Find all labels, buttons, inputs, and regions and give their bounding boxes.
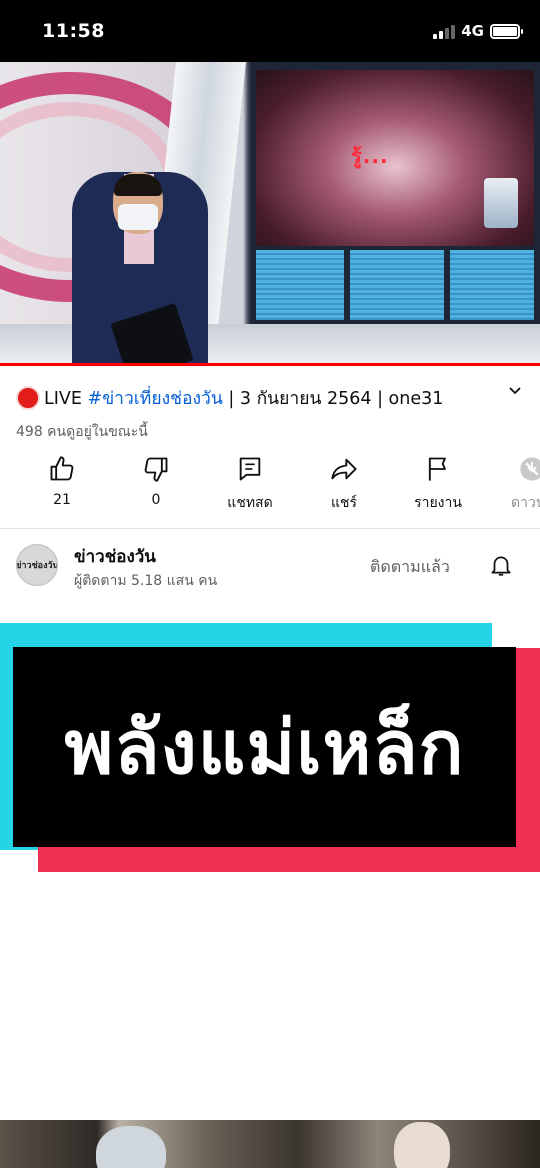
dislike-button[interactable]: 0 bbox=[116, 455, 196, 508]
title-hashtag-link[interactable]: #ข่าวเที่ยงช่องวัน bbox=[88, 389, 223, 409]
download-icon bbox=[520, 457, 540, 481]
studio-main-screen: รู้... bbox=[256, 70, 534, 246]
action-bar: 21 0 แชทสด แชร์ รายงาน ดาว bbox=[0, 455, 540, 517]
chat-icon bbox=[239, 457, 261, 481]
signal-icon bbox=[433, 23, 456, 39]
viewer-count: 498 คนดูอยู่ในขณะนี้ bbox=[16, 424, 148, 440]
battery-icon bbox=[490, 23, 523, 39]
channel-name[interactable]: ข่าวช่องวัน bbox=[74, 543, 156, 570]
share-button[interactable]: แชร์ bbox=[304, 455, 384, 514]
share-label: แชร์ bbox=[330, 495, 358, 511]
channel-avatar-logo-text: ข่าวช่องวัน bbox=[16, 561, 58, 571]
status-bar: 11:58 4G bbox=[0, 0, 540, 62]
download-label: ดาวน์โ bbox=[511, 495, 540, 511]
studio-grid-panel bbox=[450, 250, 534, 320]
download-button[interactable]: ดาวน์โ bbox=[492, 455, 540, 514]
video-title[interactable]: LIVE #ข่าวเที่ยงช่องวัน | 3 กันยายน 2564… bbox=[16, 384, 516, 412]
channel-avatar[interactable]: ข่าวช่องวัน bbox=[16, 544, 58, 586]
thumbnail-person bbox=[394, 1122, 450, 1168]
section-divider bbox=[0, 528, 540, 529]
face-mask bbox=[118, 204, 158, 230]
network-type: 4G bbox=[461, 22, 484, 40]
subscribed-button[interactable]: ติดตามแล้ว bbox=[370, 555, 450, 580]
live-label: LIVE bbox=[44, 389, 82, 409]
studio-grid-panel bbox=[350, 250, 444, 320]
video-player[interactable]: รู้... bbox=[0, 62, 540, 365]
report-label: รายงาน bbox=[414, 495, 462, 511]
vaccine-vial-image bbox=[484, 178, 518, 228]
live-progress-bar[interactable] bbox=[0, 363, 540, 366]
app-screen: 11:58 4G รู้... LIVE #ข่าวเที่ยงช่องวัน … bbox=[0, 0, 540, 1168]
channel-subscriber-count: ผู้ติดตาม 5.18 แสน คน bbox=[74, 573, 218, 589]
thumbs-up-icon bbox=[50, 456, 74, 481]
flag-icon bbox=[428, 457, 446, 481]
live-indicator-icon bbox=[16, 386, 40, 410]
screen-overlay-text: รู้... bbox=[351, 144, 389, 168]
thumbs-down-icon bbox=[144, 457, 168, 482]
news-anchor-hair bbox=[114, 174, 162, 196]
bell-icon[interactable] bbox=[488, 552, 514, 578]
next-video-thumbnail[interactable] bbox=[0, 1120, 540, 1168]
caption-text: พลังแม่เหล็ก bbox=[64, 705, 465, 791]
like-count: 21 bbox=[53, 492, 71, 508]
like-button[interactable]: 21 bbox=[22, 455, 102, 508]
chevron-down-icon[interactable] bbox=[508, 384, 522, 398]
live-chat-button[interactable]: แชทสด bbox=[210, 455, 290, 514]
live-chat-label: แชทสด bbox=[227, 495, 273, 511]
dislike-count: 0 bbox=[151, 492, 161, 508]
studio-grid-panel bbox=[256, 250, 344, 320]
thumbnail-person bbox=[96, 1126, 166, 1168]
title-rest: | 3 กันยายน 2564 | one31 bbox=[222, 389, 444, 409]
status-time: 11:58 bbox=[42, 20, 105, 42]
report-button[interactable]: รายงาน bbox=[398, 455, 478, 514]
status-icons: 4G bbox=[433, 22, 523, 40]
share-icon bbox=[331, 458, 357, 480]
